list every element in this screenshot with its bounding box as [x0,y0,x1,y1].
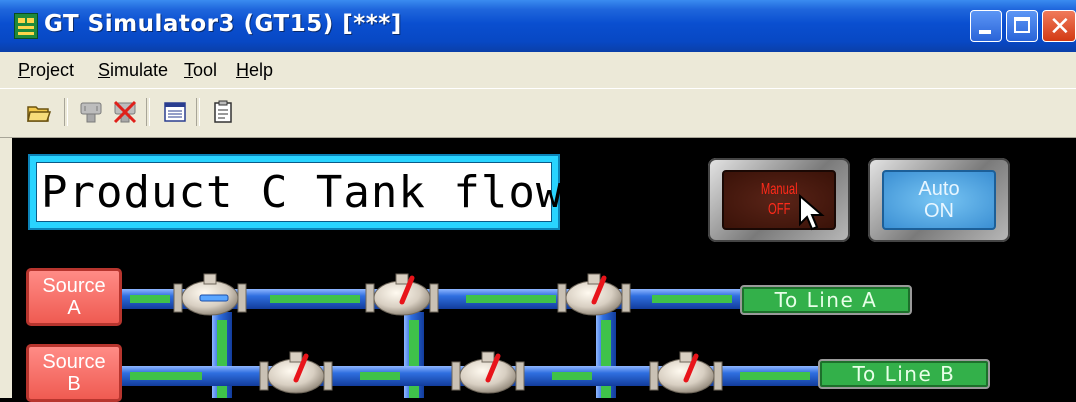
manual-switch-line2: OFF [767,201,791,218]
auto-switch-line2: ON [924,200,954,222]
source-a-line2: A [67,297,81,319]
to-line-a-button[interactable]: To Line A [740,285,912,315]
manual-switch[interactable]: Manual OFF [708,158,850,242]
auto-switch[interactable]: Auto ON [868,158,1010,242]
screen-title: Product C Tank flow [41,166,564,218]
screen-title-frame: Product C Tank flow [36,162,562,222]
valve-b1 [259,351,333,394]
source-b-line1: Source [42,351,106,373]
auto-switch-line1: Auto [918,178,960,200]
auto-switch-label: Auto ON [918,178,959,222]
valve-b2 [451,351,525,394]
manual-switch-label: Manual OFF [761,180,798,220]
source-b-line2: B [67,373,81,395]
mouse-cursor-icon [799,194,825,231]
source-a-button[interactable]: Source A [26,268,122,326]
source-a-line1: Source [42,275,106,297]
source-b-button[interactable]: Source B [26,344,122,402]
valve-b3 [649,351,723,394]
manual-switch-line1: Manual [760,181,798,198]
auto-switch-face: Auto ON [882,170,996,230]
to-line-b-button[interactable]: To Line B [818,359,990,389]
screen-title-panel: Product C Tank flow [28,154,562,230]
